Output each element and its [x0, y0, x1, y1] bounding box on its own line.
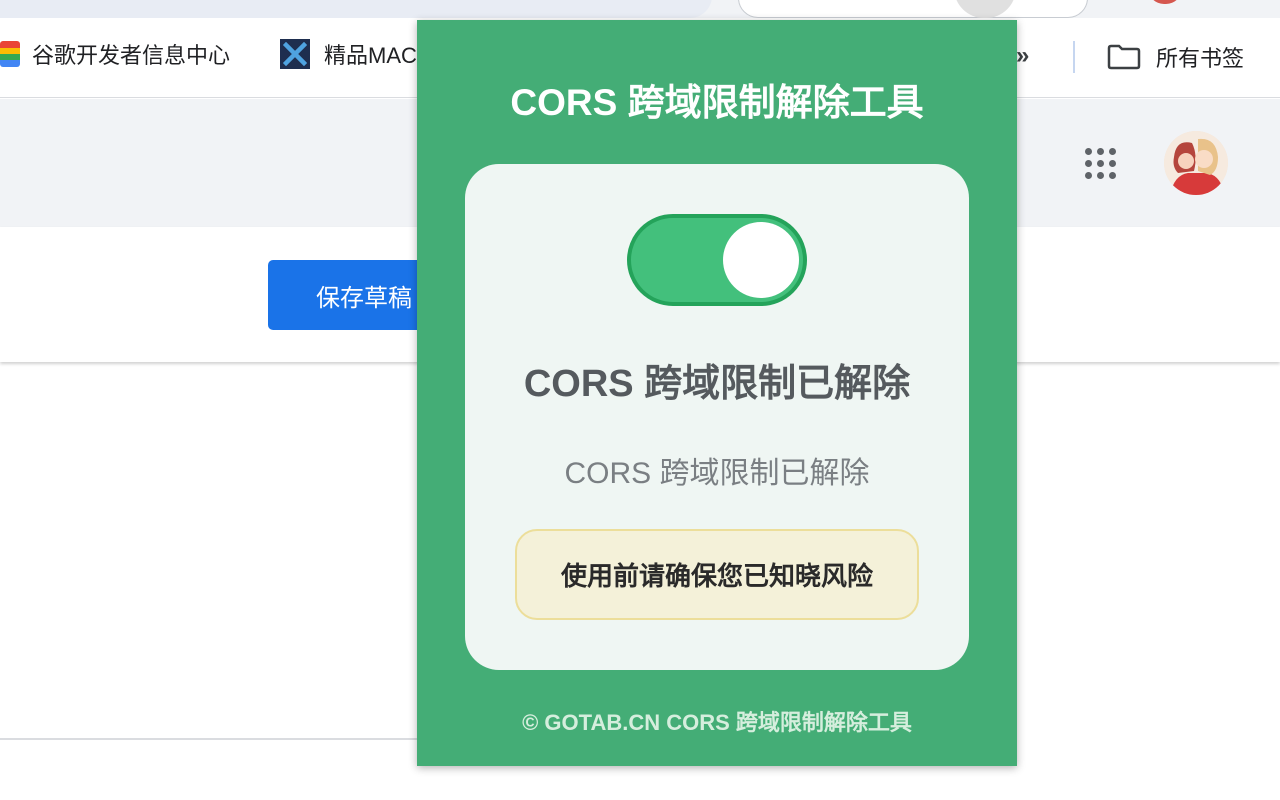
apps-grid-icon[interactable] — [1083, 146, 1119, 182]
status-subtitle: CORS 跨域限制已解除 — [564, 457, 870, 490]
address-bar[interactable] — [0, 0, 712, 18]
bookmark-label: 谷歌开发者信息中心 — [32, 43, 231, 68]
status-card: CORS 跨域限制已解除 CORS 跨域限制已解除 使用前请确保您已知晓风险 — [465, 164, 969, 670]
bookmark-label: 精品MAC — [324, 43, 417, 68]
status-title: CORS 跨域限制已解除 — [523, 363, 911, 405]
popup-footer: © GOTAB.CN CORS 跨域限制解除工具 — [522, 710, 912, 735]
cors-extension-popup: CORS 跨域限制解除工具 CORS 跨域限制已解除 CORS 跨域限制已解除 … — [417, 20, 1017, 766]
folder-icon[interactable] — [1107, 44, 1141, 75]
profile-avatar[interactable] — [1164, 131, 1228, 195]
divider — [0, 738, 420, 740]
save-draft-button[interactable]: 保存草稿 — [268, 260, 438, 330]
toolbar-pill[interactable] — [738, 0, 1088, 18]
x-app-icon — [280, 39, 310, 69]
all-bookmarks-button[interactable]: 所有书签 — [1156, 41, 1244, 73]
bookmarks-separator — [1073, 41, 1075, 73]
google-developers-icon — [0, 41, 20, 67]
popup-title: CORS 跨域限制解除工具 — [510, 82, 924, 123]
cors-toggle-switch[interactable] — [627, 214, 807, 306]
risk-warning: 使用前请确保您已知晓风险 — [515, 529, 919, 620]
bookmark-google-developers[interactable]: 谷歌开发者信息中心 — [0, 38, 230, 70]
toggle-knob — [723, 222, 799, 298]
bookmarks-overflow-button[interactable]: » — [1016, 42, 1030, 70]
bookmark-mac[interactable]: 精品MAC — [280, 38, 417, 70]
